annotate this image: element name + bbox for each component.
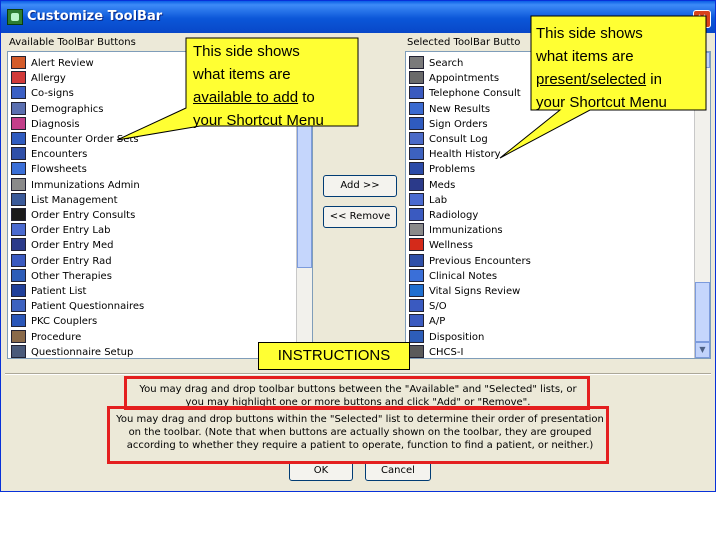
instructions-label: INSTRUCTIONS bbox=[258, 342, 410, 370]
left-callout-text: This side shows what items are available… bbox=[193, 43, 324, 129]
right-callout-text: This side shows what items are present/s… bbox=[536, 25, 667, 111]
